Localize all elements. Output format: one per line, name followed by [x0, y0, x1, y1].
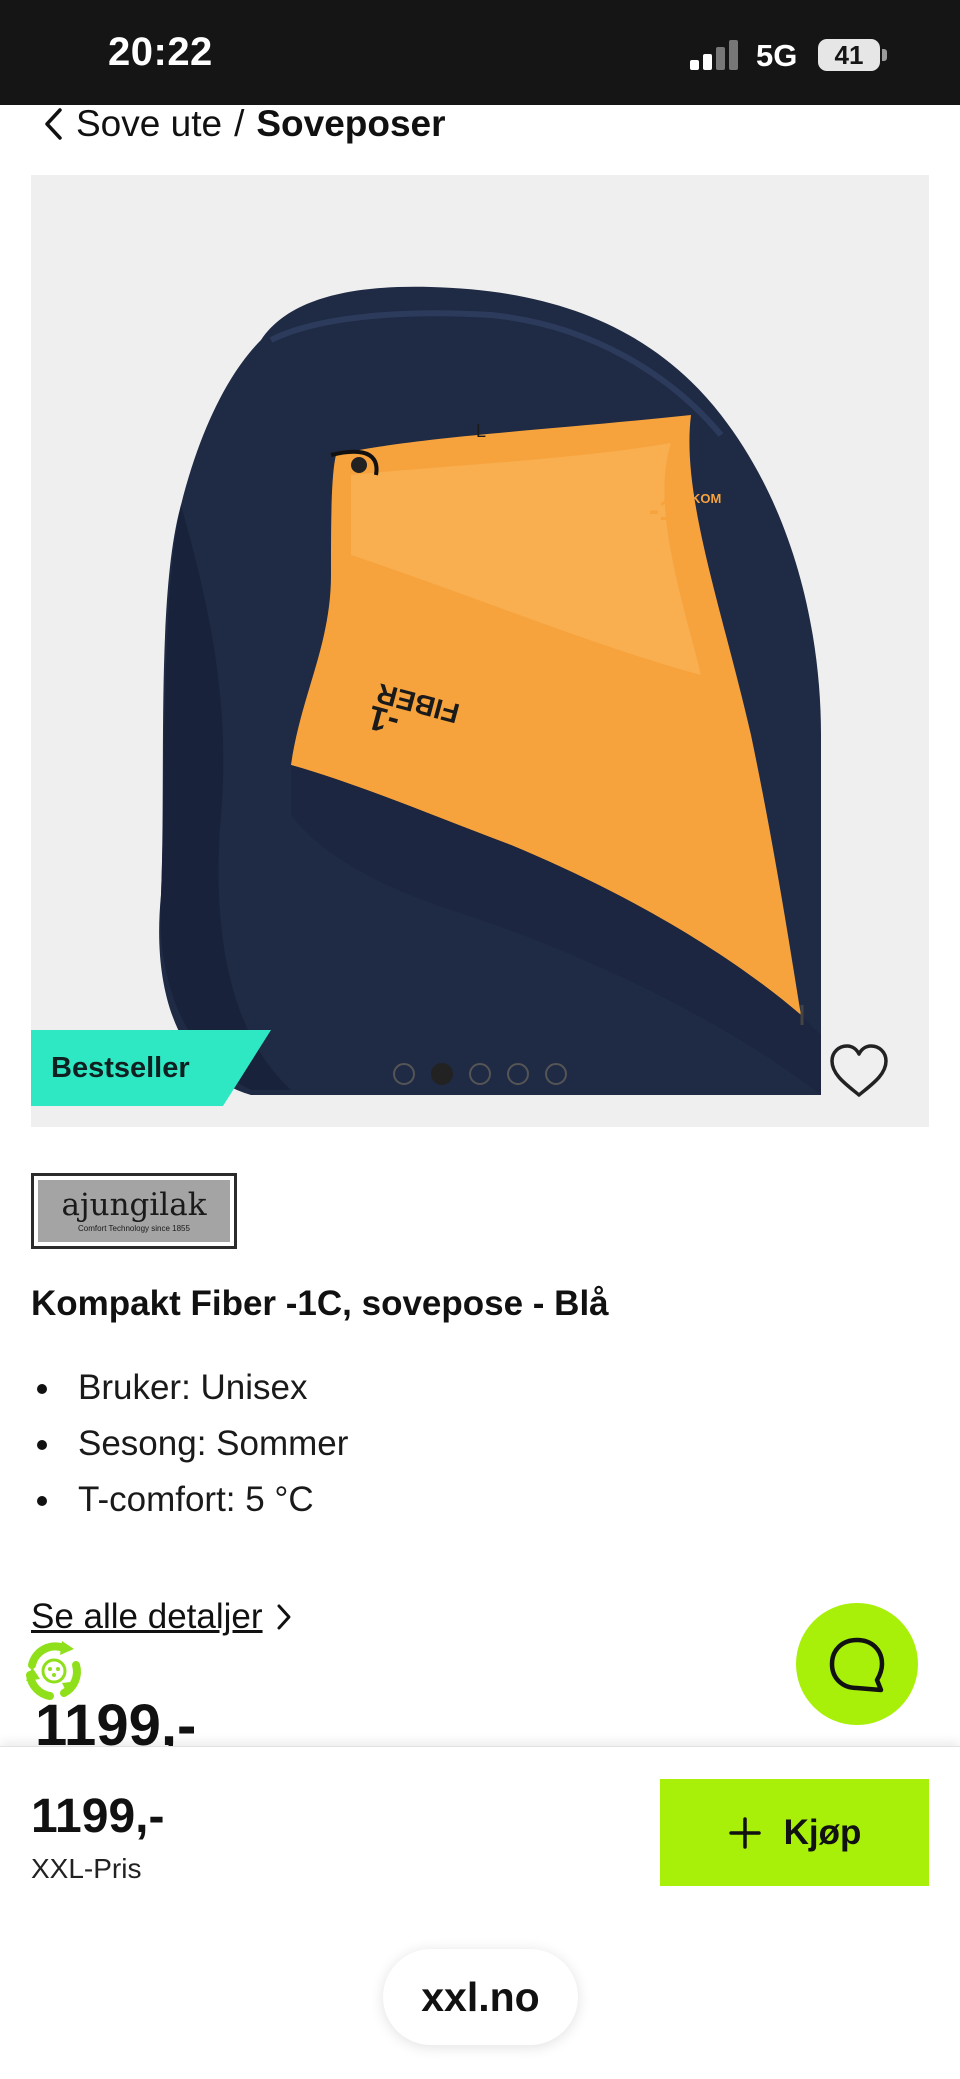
details-link-label: Se alle detaljer — [31, 1597, 263, 1636]
carousel-dot[interactable] — [545, 1063, 567, 1085]
breadcrumb-separator: / — [234, 103, 245, 144]
purchase-bar: 1199,- XXL-Pris Kjøp xxl.no — [0, 1746, 960, 2079]
brand-tagline: Comfort Technology since 1855 — [78, 1223, 190, 1233]
brand-logo-plate: ajungilak Comfort Technology since 1855 — [38, 1180, 230, 1242]
carousel-dots — [393, 1063, 567, 1085]
network-label: 5G — [756, 38, 798, 73]
breadcrumb-parent-link[interactable]: Sove ute — [76, 103, 222, 145]
product-title: Kompakt Fiber -1C, sovepose - Blå — [31, 1284, 609, 1323]
battery-level: 41 — [834, 39, 864, 70]
carousel-dot[interactable] — [469, 1063, 491, 1085]
breadcrumb-current: Soveposer — [256, 103, 446, 144]
spec-item: T-comfort: 5 °C — [31, 1472, 348, 1528]
product-image: L -1 KOM FIBER -1 — [159, 286, 821, 1095]
brand-logo[interactable]: ajungilak Comfort Technology since 1855 — [31, 1173, 237, 1249]
browser-url: xxl.no — [421, 1973, 540, 2020]
carousel-dot[interactable] — [507, 1063, 529, 1085]
spec-item: Sesong: Sommer — [31, 1416, 348, 1472]
spec-list: Bruker: Unisex Sesong: Sommer T-comfort:… — [31, 1360, 348, 1528]
browser-url-bar[interactable]: xxl.no — [383, 1949, 578, 2045]
price-label: XXL-Pris — [31, 1853, 142, 1884]
see-all-details-link[interactable]: Se alle detaljer — [31, 1597, 295, 1637]
product-image-carousel[interactable]: L -1 KOM FIBER -1 Bestseller — [31, 175, 929, 1127]
spec-item: Bruker: Unisex — [31, 1360, 348, 1416]
brand-name: ajungilak — [61, 1186, 207, 1223]
chat-icon — [829, 1637, 885, 1693]
battery-icon: 41 — [818, 39, 880, 71]
heart-icon[interactable] — [827, 1041, 891, 1101]
carousel-dot[interactable] — [393, 1063, 415, 1085]
svg-text:-1: -1 — [649, 494, 676, 527]
chevron-right-icon — [277, 1604, 291, 1630]
status-time: 20:22 — [108, 30, 213, 74]
battery-tip — [882, 49, 887, 61]
chevron-left-icon[interactable] — [40, 104, 66, 144]
carousel-dot-active[interactable] — [431, 1063, 453, 1085]
partial-price: 1199,- — [35, 1693, 197, 1746]
signal-icon — [690, 40, 738, 70]
chat-button[interactable] — [796, 1603, 918, 1725]
buy-button-label: Kjøp — [783, 1812, 862, 1852]
status-bar: 20:22 5G 41 — [0, 0, 960, 105]
breadcrumb: Sove ute / Soveposer — [40, 98, 446, 150]
price: 1199,- — [31, 1790, 165, 1843]
plus-icon — [728, 1816, 761, 1849]
svg-text:KOM: KOM — [691, 491, 721, 506]
svg-text:L: L — [476, 421, 486, 441]
buy-button[interactable]: Kjøp — [660, 1779, 929, 1886]
